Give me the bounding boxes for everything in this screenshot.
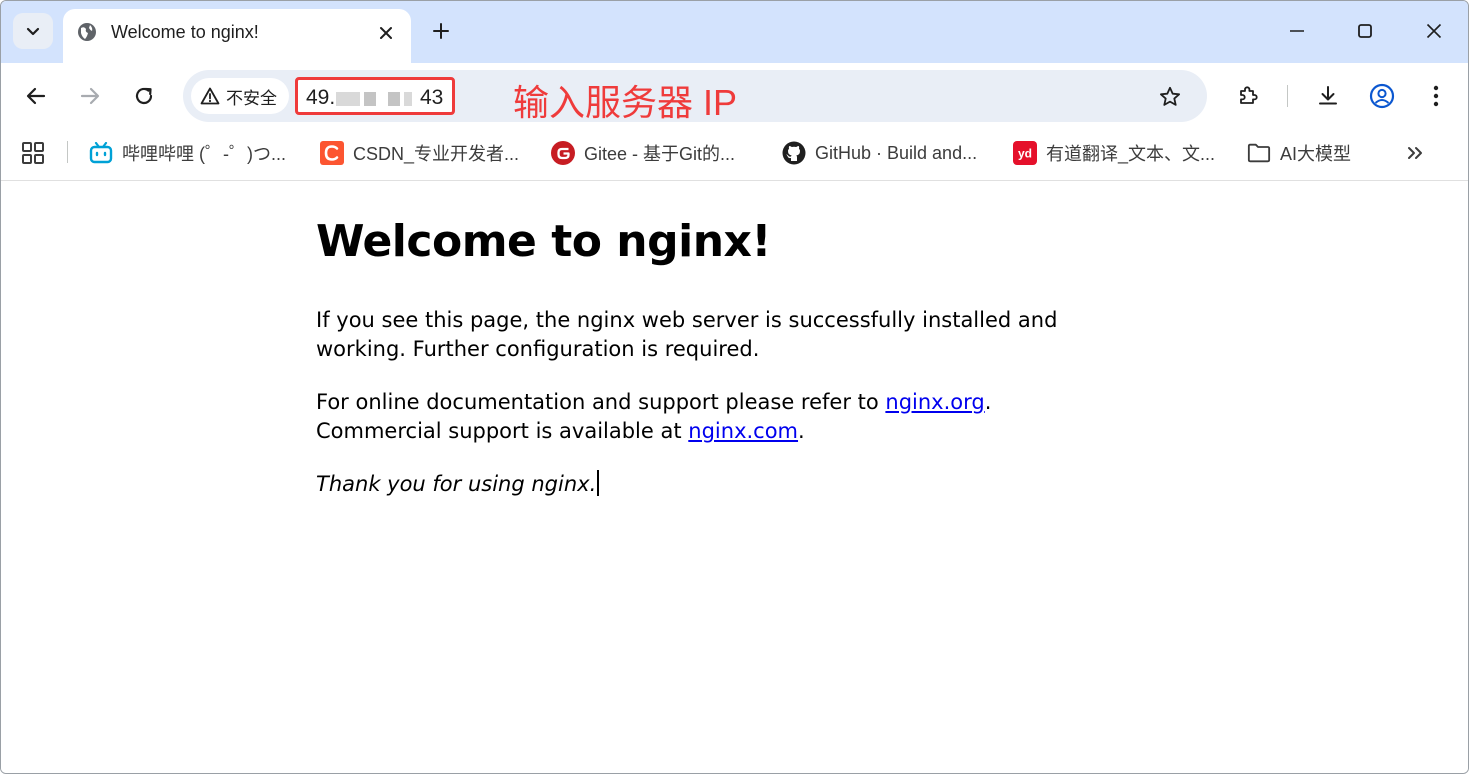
docs-text: For online documentation and support ple…: [316, 390, 886, 414]
close-icon: [1426, 23, 1442, 39]
tab-title: Welcome to nginx!: [111, 22, 259, 42]
chevron-down-icon: [26, 27, 40, 36]
close-icon: [380, 27, 392, 39]
url-redaction: [404, 92, 412, 106]
url-redaction: [336, 92, 360, 106]
window-close-button[interactable]: [1414, 13, 1454, 49]
bookmark-label: Gitee - 基于Git的...: [584, 144, 736, 164]
bookmark-label: AI大模型: [1280, 144, 1352, 164]
more-bookmarks-button[interactable]: [1401, 141, 1429, 165]
page-content: Welcome to nginx! If you see this page, …: [1, 182, 1468, 773]
puzzle-icon: [1240, 86, 1258, 104]
svg-text:yd: yd: [1018, 147, 1032, 161]
csdn-icon: [320, 141, 344, 165]
active-tab[interactable]: Welcome to nginx!: [63, 9, 411, 63]
annotation-label: 输入服务器 IP: [513, 82, 738, 123]
url-prefix: 49.: [306, 86, 336, 109]
bookmark-csdn[interactable]: CSDN_专业开发者...: [320, 139, 519, 167]
bookmark-folder-ai[interactable]: AI大模型: [1247, 139, 1351, 167]
extensions-button[interactable]: [1230, 78, 1266, 114]
downloads-button[interactable]: [1310, 78, 1346, 114]
profile-button[interactable]: [1364, 78, 1400, 114]
arrow-right-icon: [80, 87, 100, 105]
bookmark-label: GitHub · Build and...: [815, 142, 978, 163]
bookmark-star-button[interactable]: [1155, 82, 1185, 112]
apps-grid-icon[interactable]: [21, 141, 45, 165]
url-redaction: [388, 92, 400, 106]
bookmark-label: 哔哩哔哩 (゜-゜)つ...: [122, 144, 286, 164]
bookmark-github[interactable]: GitHub · Build and...: [782, 139, 977, 167]
bookmark-gitee[interactable]: Gitee - 基于Git的...: [551, 139, 735, 167]
commercial-text-end: .: [798, 419, 805, 443]
page-title: Welcome to nginx!: [316, 216, 771, 267]
url-redaction: [364, 92, 376, 106]
nginx-org-link[interactable]: nginx.org: [885, 390, 984, 414]
thanks-text: Thank you for using nginx.: [316, 472, 597, 496]
intro-paragraph: If you see this page, the nginx web serv…: [316, 308, 1058, 361]
url-suffix: 43: [420, 86, 444, 109]
tab-close-button[interactable]: [373, 20, 399, 46]
folder-icon: [1247, 141, 1271, 165]
forward-button[interactable]: [72, 78, 108, 114]
bookmark-label: 有道翻译_文本、文...: [1046, 144, 1216, 164]
reload-button[interactable]: [126, 78, 162, 114]
arrow-left-icon: [26, 87, 46, 105]
gitee-icon: [551, 141, 575, 165]
text-cursor: [597, 470, 600, 496]
star-icon: [1160, 86, 1180, 106]
minimize-button[interactable]: [1277, 13, 1317, 49]
url-field[interactable]: 49. 43: [295, 77, 455, 115]
nginx-com-link[interactable]: nginx.com: [688, 419, 798, 443]
toolbar: 不安全 49. 43 输入服务器 IP: [1, 63, 1468, 129]
new-tab-button[interactable]: [425, 15, 457, 47]
maximize-button[interactable]: [1345, 13, 1385, 49]
minimize-icon: [1290, 30, 1304, 32]
youdao-icon: yd: [1013, 141, 1037, 165]
back-button[interactable]: [18, 78, 54, 114]
menu-button[interactable]: [1418, 78, 1454, 114]
security-label: 不安全: [226, 88, 277, 108]
globe-icon: [78, 23, 96, 41]
bookmarks-divider: [67, 141, 68, 163]
tab-search-button[interactable]: [13, 13, 53, 49]
bilibili-icon: [89, 141, 113, 165]
docs-paragraph: For online documentation and support ple…: [316, 388, 1076, 446]
security-indicator[interactable]: 不安全: [191, 78, 289, 114]
bookmark-youdao[interactable]: yd 有道翻译_文本、文...: [1013, 139, 1215, 167]
toolbar-divider: [1287, 85, 1288, 107]
bookmark-bilibili[interactable]: 哔哩哔哩 (゜-゜)つ...: [89, 139, 286, 167]
reload-icon: [135, 87, 153, 105]
warning-icon: [200, 87, 220, 105]
docs-text-end: .: [984, 390, 992, 414]
more-vert-icon: [1433, 85, 1439, 107]
commercial-text: Commercial support is available at: [316, 419, 689, 443]
download-icon: [1319, 86, 1337, 105]
account-icon: [1369, 83, 1395, 109]
bookmark-label: CSDN_专业开发者...: [353, 144, 520, 164]
maximize-icon: [1358, 24, 1372, 38]
tab-strip: Welcome to nginx!: [1, 1, 1468, 63]
double-chevron-right-icon: [1408, 147, 1422, 159]
plus-icon: [433, 23, 449, 39]
browser-window: Welcome to nginx! 不安全 49. 43 输入服务器 IP 哔哩…: [0, 0, 1469, 774]
address-bar[interactable]: 不安全 49. 43 输入服务器 IP: [183, 70, 1207, 123]
thanks-paragraph: Thank you for using nginx.: [316, 470, 1076, 499]
github-icon: [782, 141, 806, 165]
bookmarks-bar: 哔哩哔哩 (゜-゜)つ... CSDN_专业开发者... Gitee - 基于G…: [1, 129, 1468, 181]
